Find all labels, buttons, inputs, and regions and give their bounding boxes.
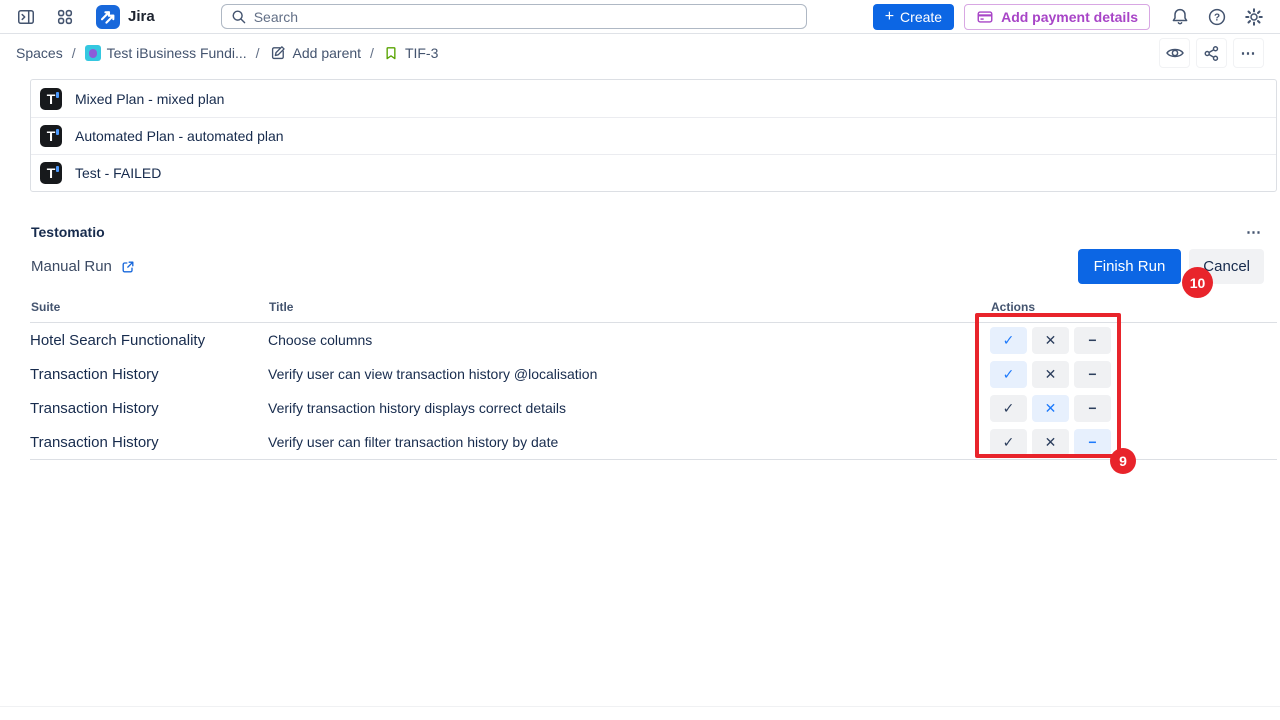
testomat-logo-icon: T [40,125,62,147]
breadcrumb-row: Spaces / Test iBusiness Fundi... / Add p… [0,34,1280,72]
plan-label: Automated Plan - automated plan [75,128,284,144]
jira-home[interactable]: Jira [96,5,155,29]
watch-button[interactable] [1159,38,1190,68]
table-header: Suite Title Actions [30,300,1277,323]
pass-button[interactable]: ✓ [990,395,1027,422]
pass-button[interactable]: ✓ [990,327,1027,354]
external-link-icon[interactable] [120,259,136,275]
edit-icon [269,44,287,62]
test-results-table: Suite Title Actions Hotel Search Functio… [30,300,1277,460]
section-more-button[interactable]: ⋯ [1244,221,1264,243]
bookmark-icon [383,45,399,61]
pass-button[interactable]: ✓ [990,361,1027,388]
table-body: Hotel Search Functionality Choose column… [30,323,1277,460]
breadcrumb-separator: / [72,45,76,61]
pass-button[interactable]: ✓ [990,429,1027,456]
title-cell: Choose columns [268,332,990,348]
breadcrumb-spaces[interactable]: Spaces [16,45,63,61]
list-item[interactable]: T Test - FAILED [31,154,1276,191]
section-title: Testomatio [31,224,105,240]
eye-icon [1165,43,1185,63]
suite-cell: Hotel Search Functionality [30,332,268,349]
help-button[interactable]: ? [1205,5,1229,29]
ellipsis-icon: ⋯ [1246,223,1262,241]
add-payment-details-button[interactable]: Add payment details [964,4,1150,30]
breadcrumb-add-parent-label: Add parent [293,45,362,61]
app-grid-icon [56,8,74,26]
breadcrumb-project-label: Test iBusiness Fundi... [107,45,247,61]
actions-cell: ✓ ✕ − [990,395,1277,422]
skip-button[interactable]: − [1074,327,1111,354]
list-item[interactable]: T Mixed Plan - mixed plan [31,80,1276,117]
project-avatar [85,45,101,61]
fail-button[interactable]: ✕ [1032,395,1069,422]
actions-cell: ✓ ✕ − [990,327,1277,354]
search-icon [231,9,247,25]
fail-button[interactable]: ✕ [1032,327,1069,354]
app-switcher-button[interactable] [54,6,76,28]
skip-button[interactable]: − [1074,395,1111,422]
column-header-title: Title [269,300,991,314]
top-navigation: Jira + Create [0,0,1280,34]
table-row: Transaction History Verify user can view… [30,357,1277,391]
create-button[interactable]: + Create [873,4,954,30]
breadcrumb: Spaces / Test iBusiness Fundi... / Add p… [16,44,438,62]
breadcrumb-separator: / [370,45,374,61]
breadcrumb-issue-label: TIF-3 [405,45,438,61]
finish-run-button[interactable]: Finish Run [1078,249,1182,284]
search-input[interactable] [254,9,797,25]
share-icon [1202,44,1221,63]
plan-list: T Mixed Plan - mixed plan T Automated Pl… [30,79,1277,192]
bottom-divider [0,706,1280,707]
skip-button[interactable]: − [1074,361,1111,388]
sidebar-expand-icon [16,7,36,27]
fail-button[interactable]: ✕ [1032,429,1069,456]
title-cell: Verify user can filter transaction histo… [268,434,990,450]
settings-button[interactable] [1242,5,1266,29]
breadcrumb-add-parent[interactable]: Add parent [269,44,362,62]
table-row: Hotel Search Functionality Choose column… [30,323,1277,357]
jira-logo-icon [96,5,120,29]
title-cell: Verify transaction history displays corr… [268,400,990,416]
notifications-button[interactable] [1168,5,1192,29]
testomat-logo-icon: T [40,162,62,184]
suite-cell: Transaction History [30,366,268,383]
sidebar-toggle-button[interactable] [14,5,38,29]
bell-icon [1170,7,1190,27]
table-row: Transaction History Verify transaction h… [30,391,1277,425]
search-bar[interactable] [221,4,807,29]
question-mark-icon: ? [1207,7,1227,27]
breadcrumb-separator: / [256,45,260,61]
ellipsis-icon: ⋯ [1241,44,1257,62]
gear-icon [1244,7,1264,27]
run-title: Manual Run [31,258,112,275]
column-header-suite: Suite [31,300,269,314]
fail-button[interactable]: ✕ [1032,361,1069,388]
testomat-logo-icon: T [40,88,62,110]
suite-cell: Transaction History [30,400,268,417]
app-name: Jira [128,8,155,25]
payment-button-label: Add payment details [1001,9,1138,25]
create-button-label: Create [900,9,942,25]
column-header-actions: Actions [991,300,1277,314]
list-item[interactable]: T Automated Plan - automated plan [31,117,1276,154]
skip-button[interactable]: − [1074,429,1111,456]
plus-icon: + [885,9,894,25]
actions-cell: ✓ ✕ − [990,361,1277,388]
plan-label: Mixed Plan - mixed plan [75,91,224,107]
suite-cell: Transaction History [30,434,268,451]
cancel-button[interactable]: Cancel [1189,249,1264,284]
plan-label: Test - FAILED [75,165,161,181]
breadcrumb-project[interactable]: Test iBusiness Fundi... [85,45,247,61]
breadcrumb-issue[interactable]: TIF-3 [383,45,438,61]
actions-cell: ✓ ✕ − [990,429,1277,456]
title-cell: Verify user can view transaction history… [268,366,990,382]
credit-card-icon [976,8,994,26]
more-actions-button[interactable]: ⋯ [1233,38,1264,68]
svg-text:?: ? [1214,12,1220,23]
share-button[interactable] [1196,38,1227,68]
table-row: Transaction History Verify user can filt… [30,425,1277,459]
